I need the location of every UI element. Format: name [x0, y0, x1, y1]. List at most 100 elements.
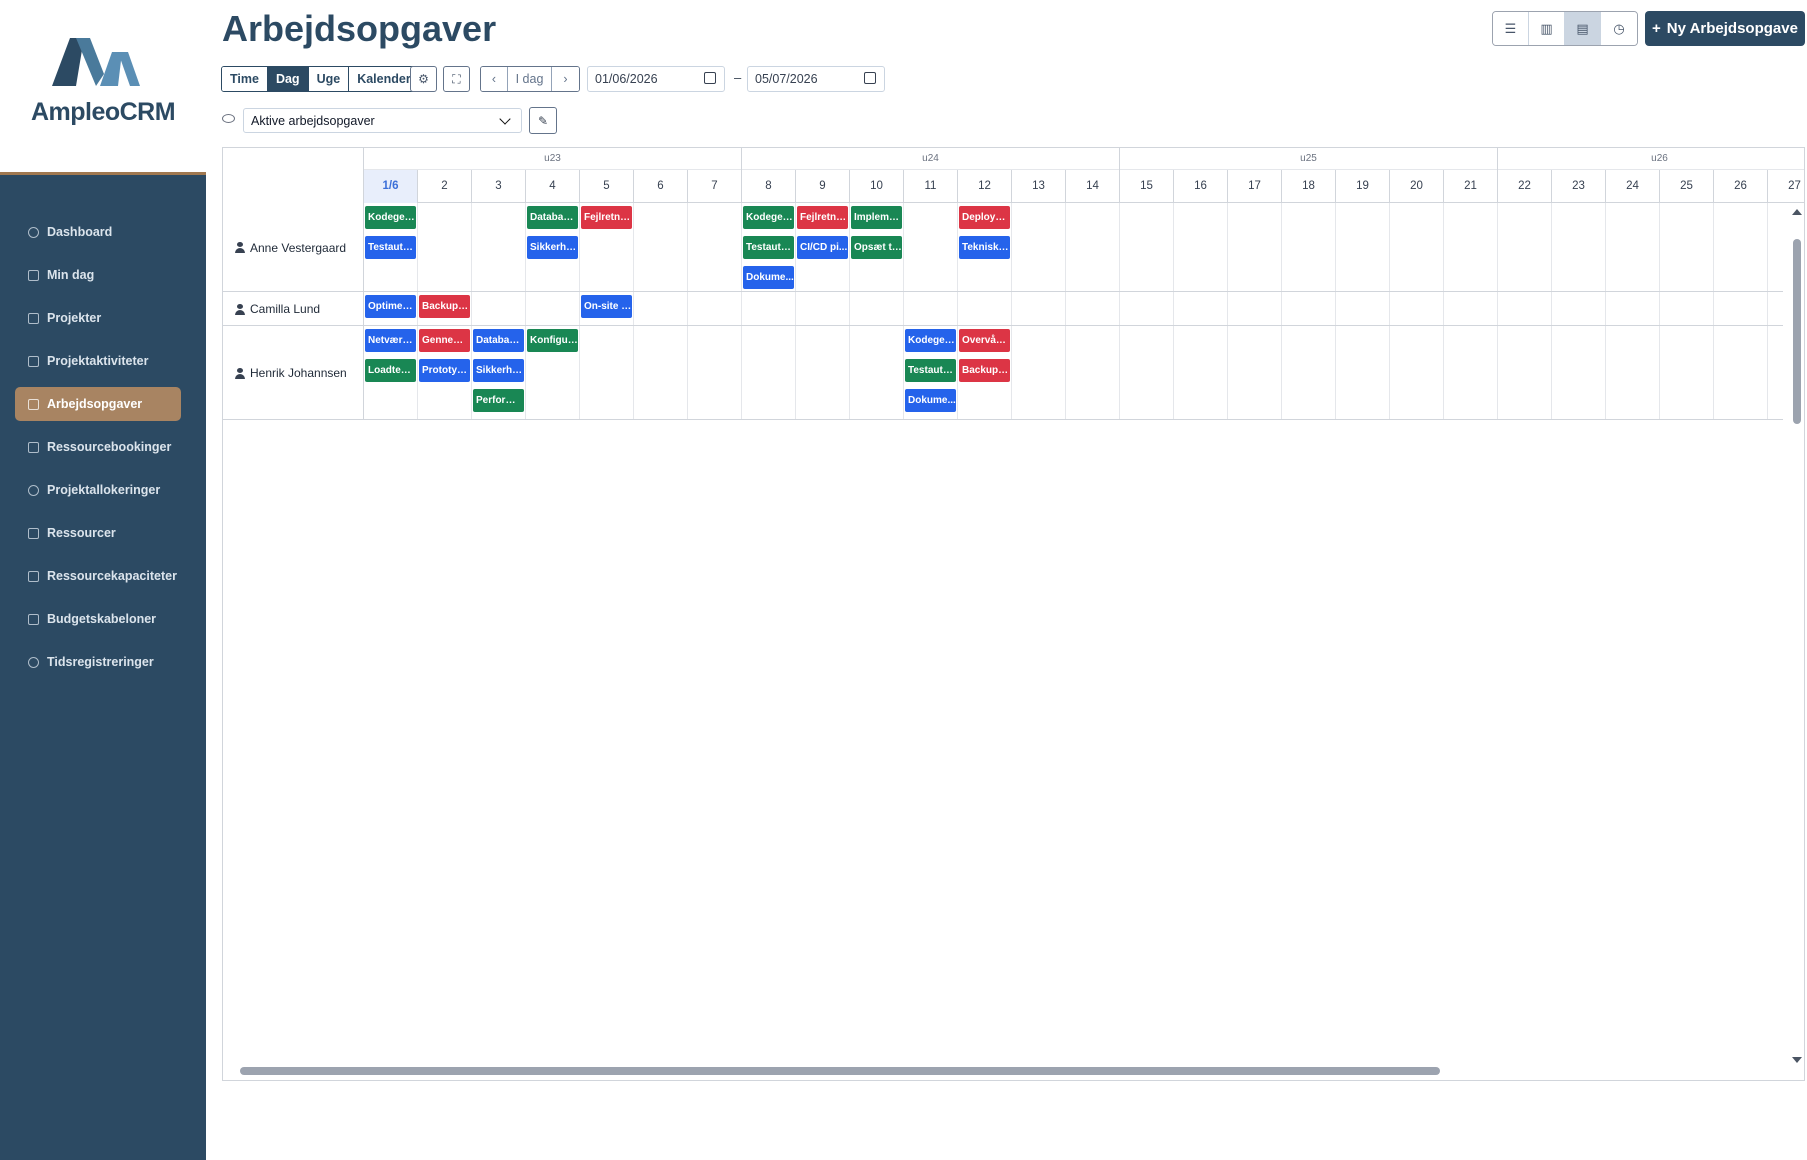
chevron-down-icon [499, 113, 511, 125]
task-chip[interactable]: Testauto... [905, 359, 956, 382]
grid-line [1443, 326, 1444, 419]
list-icon: ☰ [1504, 20, 1517, 36]
resource-name[interactable]: Camilla Lund [235, 302, 320, 316]
grid-line [1659, 292, 1660, 325]
list-view-button[interactable]: ☰ [1493, 12, 1529, 45]
sidebar-item-budgetskabeloner[interactable]: Budgetskabeloner [15, 602, 181, 636]
next-button[interactable]: › [552, 67, 579, 91]
horizontal-scrollbar[interactable] [222, 1063, 1787, 1079]
person-icon [235, 367, 245, 379]
vertical-scrollbar[interactable] [1787, 203, 1805, 1063]
sidebar-item-ressourcekapaciteter[interactable]: Ressourcekapaciteter [15, 559, 181, 593]
task-chip[interactable]: Deploym... [959, 206, 1010, 229]
settings-button[interactable]: ⚙ [410, 66, 437, 92]
sidebar-item-projektallokeringer[interactable]: Projektallokeringer [15, 473, 181, 507]
view-time-button[interactable]: Time [222, 67, 268, 91]
filter-value: Aktive arbejdsopgaver [251, 113, 375, 128]
sidebar-item-projektaktiviteter[interactable]: Projektaktiviteter [15, 344, 181, 378]
task-chip[interactable]: Gennemf... [419, 329, 470, 352]
grid-line [633, 203, 634, 291]
sidebar-item-ressourcer[interactable]: Ressourcer [15, 516, 181, 550]
date-range-separator: – [734, 70, 742, 85]
resource-icon [27, 527, 40, 540]
task-chip[interactable]: Backup-s... [959, 359, 1010, 382]
task-chip[interactable]: Optimer ... [365, 295, 416, 318]
timeline-view-button[interactable]: ◷ [1601, 12, 1637, 45]
logo-text: AmpleoCRM [30, 98, 176, 126]
grid-line [1713, 203, 1714, 291]
task-chip[interactable]: Overvåg... [959, 329, 1010, 352]
day-header-cell: 10 [850, 170, 904, 203]
board-view-button[interactable]: ▥ [1529, 12, 1565, 45]
task-chip[interactable]: Sikkerhe... [473, 359, 524, 382]
date-to-input[interactable]: 05/07/2026 [747, 66, 885, 92]
prev-button[interactable]: ‹ [481, 67, 508, 91]
task-chip[interactable]: Database... [527, 206, 578, 229]
resource-name[interactable]: Anne Vestergaard [235, 241, 346, 255]
task-chip[interactable]: Testauto... [365, 236, 416, 259]
task-chip[interactable]: Kodegen... [743, 206, 794, 229]
grid-line [957, 326, 958, 419]
day-header-cell: 8 [742, 170, 796, 203]
task-chip[interactable]: Kodegen... [905, 329, 956, 352]
task-chip[interactable]: Netværk... [365, 329, 416, 352]
task-chip[interactable]: Kodegen... [365, 206, 416, 229]
task-chip[interactable]: Sikkerhe... [527, 236, 578, 259]
task-chip[interactable]: Opsæt te... [851, 236, 902, 259]
grid-line [1605, 203, 1606, 291]
task-chip[interactable]: On-site s... [581, 295, 632, 318]
task-chip[interactable]: Performa... [473, 389, 524, 412]
view-kalender-button[interactable]: Kalender [349, 67, 419, 91]
date-from-input[interactable]: 01/06/2026 [587, 66, 725, 92]
scroll-thumb[interactable] [240, 1067, 1440, 1075]
sidebar-item-projekter[interactable]: Projekter [15, 301, 181, 335]
task-chip[interactable]: Dokume... [905, 389, 956, 412]
fullscreen-button[interactable]: ⛶ [443, 66, 470, 92]
grid-line [1281, 292, 1282, 325]
view-dag-button[interactable]: Dag [267, 67, 309, 91]
grid-line [687, 326, 688, 419]
sidebar-item-ressourcebookinger[interactable]: Ressourcebookinger [15, 430, 181, 464]
pie-chart-icon [27, 484, 40, 497]
task-chip[interactable]: Loadtest ... [365, 359, 416, 382]
sidebar-item-tidsregistreringer[interactable]: Tidsregistreringer [15, 645, 181, 679]
day-header-cell: 2 [418, 170, 472, 203]
task-chip[interactable]: Teknisk g... [959, 236, 1010, 259]
scroll-down-icon[interactable] [1792, 1057, 1802, 1063]
view-uge-button[interactable]: Uge [308, 67, 350, 91]
grid-line [525, 203, 526, 291]
booking-icon [27, 441, 40, 454]
sidebar-item-min-dag[interactable]: Min dag [15, 258, 181, 292]
scroll-up-icon[interactable] [1792, 209, 1802, 215]
day-header-cell: 11 [904, 170, 958, 203]
task-chip[interactable]: Fejlretnin... [581, 206, 632, 229]
task-chip[interactable]: Impleme... [851, 206, 902, 229]
task-chip[interactable]: CI/CD pi... [797, 236, 848, 259]
schedule-view-button[interactable]: ▤ [1565, 12, 1601, 45]
grid-line [579, 292, 580, 325]
edit-filter-button[interactable]: ✎ [529, 107, 557, 134]
day-header-cell: 19 [1336, 170, 1390, 203]
filter-select[interactable]: Aktive arbejdsopgaver [243, 108, 522, 133]
day-header-cell: 27 [1768, 170, 1804, 203]
resource-header [223, 148, 364, 203]
scroll-thumb[interactable] [1793, 239, 1801, 424]
day-header-cell: 1/6 [364, 170, 418, 203]
sidebar-item-dashboard[interactable]: Dashboard [15, 215, 181, 249]
task-chip[interactable]: Prototyp... [419, 359, 470, 382]
grid-line [1659, 203, 1660, 291]
logo[interactable]: AmpleoCRM [0, 0, 206, 175]
today-button[interactable]: I dag [508, 67, 552, 91]
page-title: Arbejdsopgaver [222, 8, 497, 49]
task-chip[interactable]: Backup-s... [419, 295, 470, 318]
resource-name[interactable]: Henrik Johannsen [235, 366, 347, 380]
grid-line [1551, 292, 1552, 325]
task-chip[interactable]: Konfigur... [527, 329, 578, 352]
task-chip[interactable]: Dokume... [743, 266, 794, 289]
sidebar-item-arbejdsopgaver[interactable]: Arbejdsopgaver [15, 387, 181, 421]
task-chip[interactable]: Database... [473, 329, 524, 352]
grid-line [1281, 203, 1282, 291]
task-chip[interactable]: Fejlretnin... [797, 206, 848, 229]
new-task-button[interactable]: + Ny Arbejdsopgave [1645, 11, 1805, 46]
task-chip[interactable]: Testauto... [743, 236, 794, 259]
